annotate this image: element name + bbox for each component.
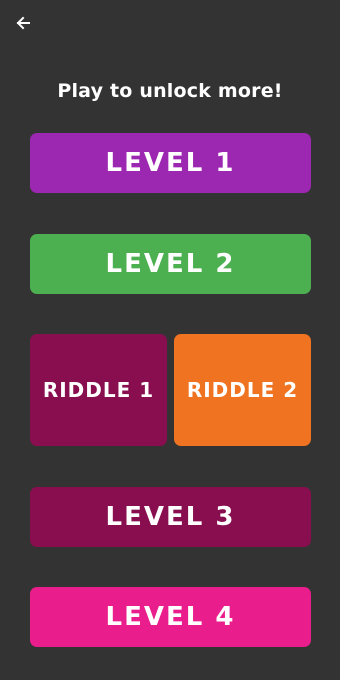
level-3-label: LEVEL 3 (105, 502, 236, 532)
unlock-hint-text: Play to unlock more! (57, 80, 283, 102)
arrow-left-icon (15, 15, 31, 31)
level-2-label: LEVEL 2 (105, 249, 236, 279)
riddle-2-button[interactable]: RIDDLE 2 (174, 334, 311, 446)
riddle-1-label: RIDDLE 1 (42, 378, 155, 402)
level-4-button[interactable]: LEVEL 4 (30, 587, 311, 647)
level-4-label: LEVEL 4 (105, 602, 236, 632)
level-1-label: LEVEL 1 (105, 148, 236, 178)
level-2-button[interactable]: LEVEL 2 (30, 234, 311, 294)
riddle-2-label: RIDDLE 2 (186, 378, 299, 402)
level-1-button[interactable]: LEVEL 1 (30, 133, 311, 193)
back-button[interactable] (12, 12, 34, 34)
riddle-1-button[interactable]: RIDDLE 1 (30, 334, 167, 446)
level-3-button[interactable]: LEVEL 3 (30, 487, 311, 547)
